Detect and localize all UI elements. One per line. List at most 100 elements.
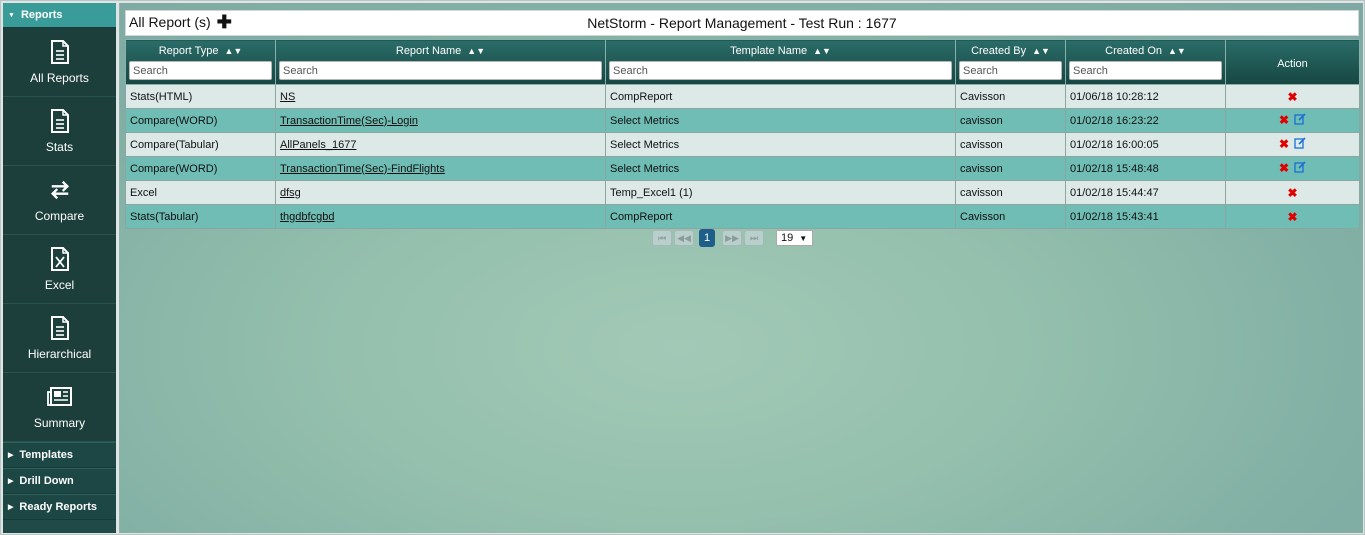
edit-icon[interactable] (1294, 137, 1306, 152)
sidebar-item-stats[interactable]: Stats (3, 97, 116, 166)
sort-header[interactable]: Report Type ▲▼ (129, 43, 272, 59)
sort-header[interactable]: Created By ▲▼ (959, 43, 1062, 59)
report-link[interactable]: AllPanels_1677 (280, 139, 356, 151)
page-number-button[interactable]: 1 (699, 229, 715, 247)
sidebar-section-label: Reports (20, 9, 63, 21)
column-header-template-name: Template Name ▲▼ (605, 39, 956, 85)
column-label: Report Name (395, 45, 462, 57)
table-body: Stats(HTML) NS CompReport Cavisson 01/06/18 … (125, 84, 1360, 229)
sidebar-section-ready-reports[interactable]: ▶ Ready Reports (3, 494, 116, 520)
first-page-button[interactable]: ⏮ (652, 230, 672, 246)
sort-header[interactable]: Template Name ▲▼ (609, 43, 952, 59)
document-icon (47, 108, 73, 134)
prev-page-button[interactable]: ◀◀ (674, 230, 694, 246)
sidebar-item-label: All Reports (30, 71, 89, 85)
report-link[interactable]: TransactionTime(Sec)-FindFlights (280, 163, 445, 175)
delete-icon[interactable]: ✖ (1279, 113, 1289, 127)
cell-actions: ✖ (1225, 204, 1360, 229)
cell-created-by: Cavisson (955, 204, 1066, 229)
sidebar-section-label: Drill Down (19, 475, 74, 487)
cell-report-name: NS (275, 84, 606, 109)
column-label: Report Type (158, 45, 219, 57)
sort-icon: ▲▼ (1168, 46, 1186, 56)
cell-created-by: Cavisson (955, 84, 1066, 109)
table-row: Stats(HTML) NS CompReport Cavisson 01/06/18 … (125, 84, 1360, 109)
cell-report-type: Compare(WORD) (125, 108, 276, 133)
sidebar-item-label: Summary (33, 416, 86, 430)
cell-template-name: CompReport (605, 204, 956, 229)
delete-icon[interactable]: ✖ (1287, 90, 1297, 104)
cell-template-name: Select Metrics (605, 108, 956, 133)
newspaper-icon (46, 384, 73, 410)
document-icon (47, 315, 73, 341)
delete-icon[interactable]: ✖ (1279, 137, 1289, 151)
cell-report-name: dfsg (275, 180, 606, 205)
report-link[interactable]: TransactionTime(Sec)-Login (280, 115, 418, 127)
column-header-report-type: Report Type ▲▼ (125, 39, 276, 85)
edit-icon[interactable] (1294, 161, 1306, 176)
cell-actions: ✖ (1225, 180, 1360, 205)
search-input-template-name[interactable] (609, 61, 952, 80)
sidebar-item-all-reports[interactable]: All Reports (3, 28, 116, 97)
cell-actions: ✖ (1225, 156, 1360, 181)
cell-created-on: 01/02/18 15:48:48 (1065, 156, 1226, 181)
rows-per-page-value: 19 (781, 232, 794, 244)
rows-per-page-select[interactable]: 19 ▼ (776, 230, 813, 246)
cell-created-on: 01/02/18 16:23:22 (1065, 108, 1226, 133)
sidebar-section-drill-down[interactable]: ▶ Drill Down (3, 468, 116, 494)
cell-report-name: TransactionTime(Sec)-FindFlights (275, 156, 606, 181)
table-row: Stats(Tabular) thgdbfcgbd CompReport Caviss… (125, 204, 1360, 229)
cell-report-type: Stats(HTML) (125, 84, 276, 109)
sidebar-item-summary[interactable]: Summary (3, 373, 116, 442)
search-input-created-by[interactable] (959, 61, 1062, 80)
cell-report-type: Stats(Tabular) (125, 204, 276, 229)
sidebar-item-excel[interactable]: Excel (3, 235, 116, 304)
sort-icon: ▲▼ (467, 46, 486, 56)
cell-report-type: Compare(WORD) (125, 156, 276, 181)
app-window: ▼ Reports All Reports Stats Compare Exce… (0, 0, 1365, 535)
cell-created-by: cavisson (955, 180, 1066, 205)
sidebar-section-reports[interactable]: ▼ Reports (3, 3, 116, 28)
sidebar-section-label: Ready Reports (19, 501, 98, 513)
delete-icon[interactable]: ✖ (1287, 210, 1297, 224)
last-page-button[interactable]: ⏭ (744, 230, 764, 246)
sidebar-item-hierarchical[interactable]: Hierarchical (3, 304, 116, 373)
cell-created-by: cavisson (955, 132, 1066, 157)
cell-created-on: 01/06/18 10:28:12 (1065, 84, 1226, 109)
sidebar-section-label: Templates (19, 449, 73, 461)
report-link[interactable]: dfsg (280, 187, 301, 199)
report-link[interactable]: NS (280, 91, 295, 103)
delete-icon[interactable]: ✖ (1287, 186, 1297, 200)
search-input-report-name[interactable] (279, 61, 602, 80)
search-input-created-on[interactable] (1069, 61, 1222, 80)
sidebar-item-compare[interactable]: Compare (3, 166, 116, 235)
cell-actions: ✖ (1225, 84, 1360, 109)
pagination: ⏮ ◀◀ 1 ▶▶ ⏭ 19 ▼ (652, 229, 813, 247)
sidebar-nav-list: All Reports Stats Compare Excel Hierarch… (3, 28, 116, 442)
cell-created-on: 01/02/18 16:00:05 (1065, 132, 1226, 157)
search-input-report-type[interactable] (129, 61, 272, 80)
cell-created-on: 01/02/18 15:43:41 (1065, 204, 1226, 229)
column-header-created-on: Created On ▲▼ (1065, 39, 1226, 85)
caret-down-icon: ▼ (8, 11, 15, 19)
sort-header[interactable]: Created On ▲▼ (1069, 43, 1222, 59)
sidebar-item-label: Stats (45, 140, 74, 154)
table-row: Compare(WORD) TransactionTime(Sec)-FindFl… (125, 156, 1360, 181)
column-header-created-by: Created By ▲▼ (955, 39, 1066, 85)
sidebar-section-templates[interactable]: ▶ Templates (3, 442, 116, 468)
main-panel: All Report (s) ✚ NetStorm - Report Manag… (119, 3, 1363, 533)
table-row: Compare(WORD) TransactionTime(Sec)-Login S… (125, 108, 1360, 133)
sidebar: ▼ Reports All Reports Stats Compare Exce… (3, 3, 116, 533)
next-page-button[interactable]: ▶▶ (722, 230, 742, 246)
swap-arrows-icon (47, 177, 73, 203)
reports-table: Report Type ▲▼ Report Name ▲▼ Template Nam… (125, 39, 1360, 229)
excel-file-icon (47, 246, 73, 272)
sort-icon: ▲▼ (813, 46, 831, 56)
add-report-icon[interactable]: ✚ (217, 13, 232, 31)
cell-report-name: AllPanels_1677 (275, 132, 606, 157)
report-link[interactable]: thgdbfcgbd (280, 211, 334, 223)
sidebar-item-label: Hierarchical (27, 347, 92, 361)
sort-header[interactable]: Report Name ▲▼ (279, 43, 602, 59)
edit-icon[interactable] (1294, 113, 1306, 128)
delete-icon[interactable]: ✖ (1279, 161, 1289, 175)
